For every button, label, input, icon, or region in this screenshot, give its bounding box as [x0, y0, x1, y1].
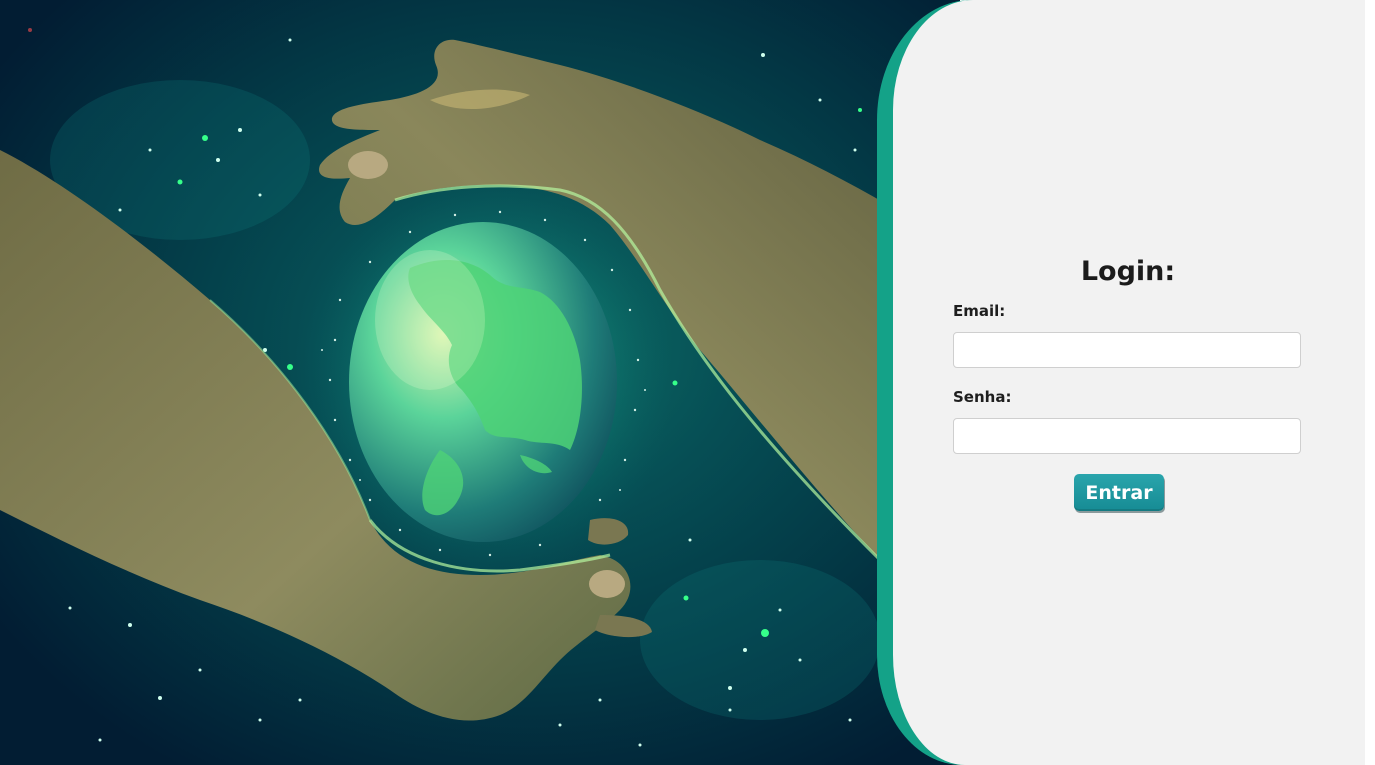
login-panel: [893, 0, 1365, 765]
login-page: Login: Email: Senha: Entrar: [0, 0, 1375, 765]
page-right-margin: [1365, 0, 1375, 765]
email-field[interactable]: [953, 332, 1301, 368]
password-field[interactable]: [953, 418, 1301, 454]
email-label: Email:: [953, 302, 1006, 320]
hero-illustration: [0, 0, 960, 765]
earth-in-hands-image: [0, 28, 960, 747]
login-title: Login:: [1080, 256, 1176, 287]
submit-button[interactable]: Entrar: [1074, 474, 1164, 511]
password-label: Senha:: [953, 388, 1012, 406]
